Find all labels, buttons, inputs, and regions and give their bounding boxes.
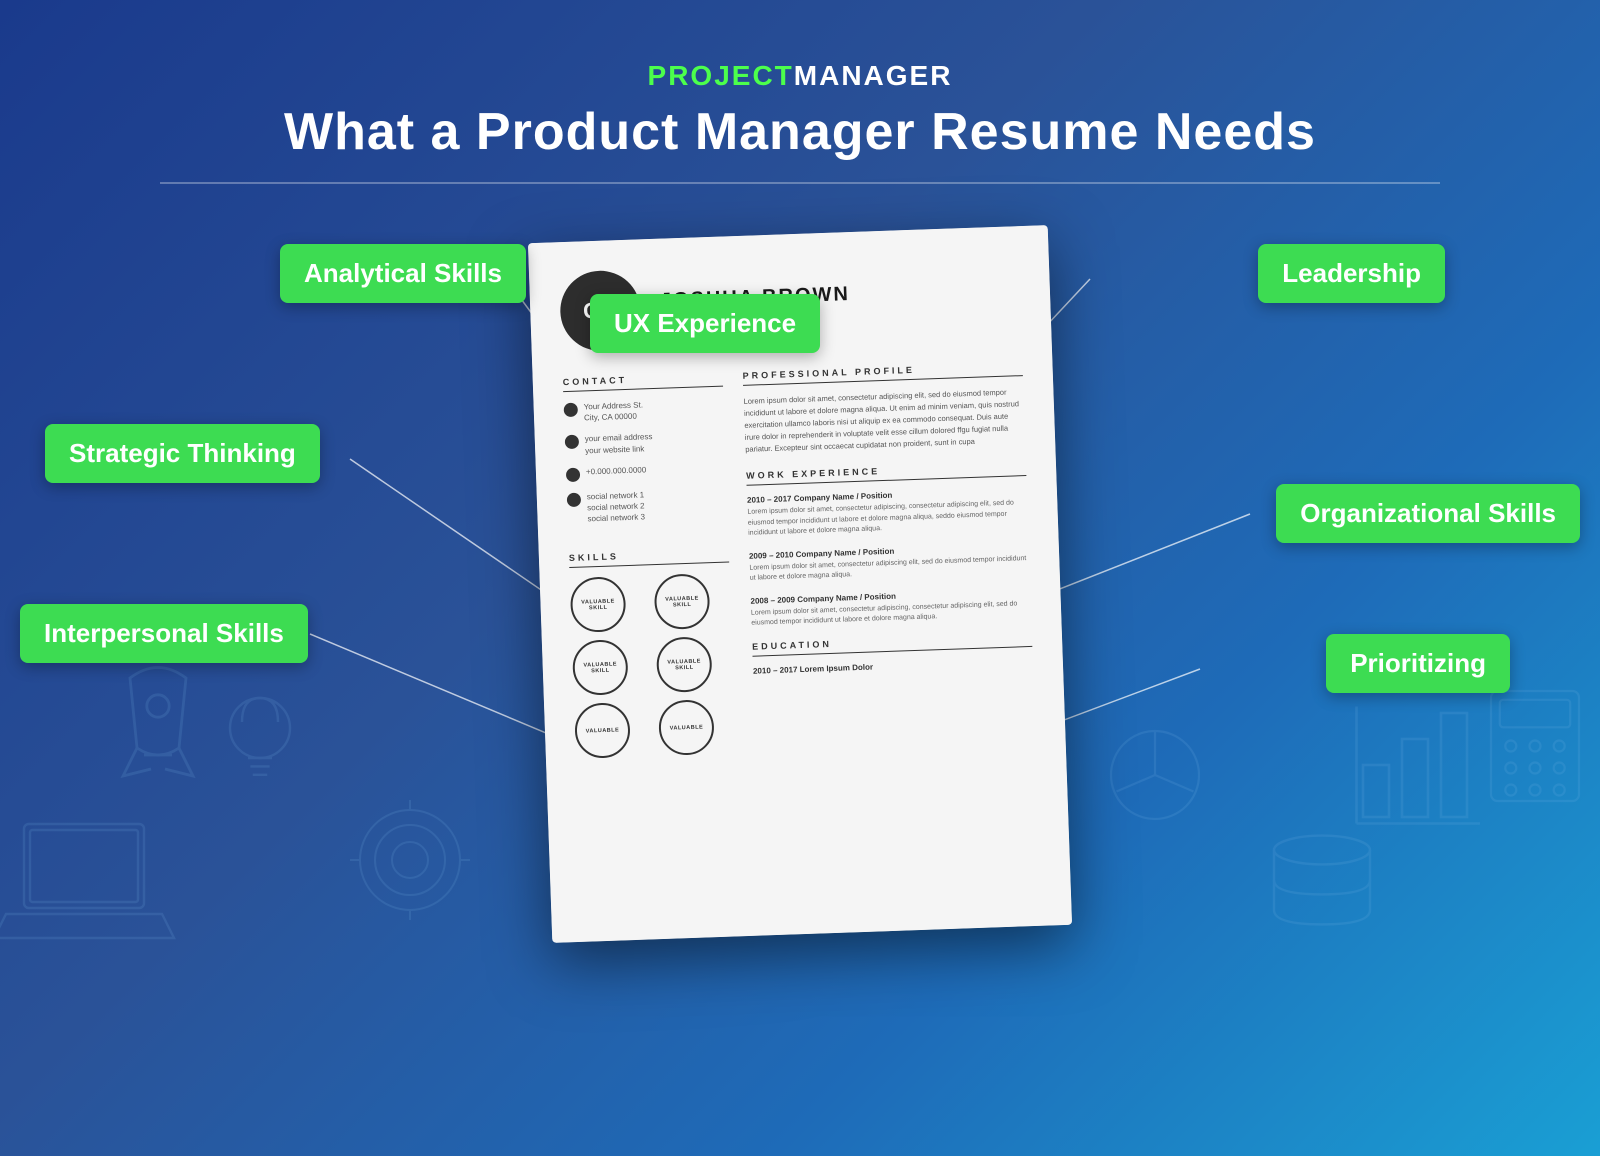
contact-section-title: CONTACT (563, 372, 723, 393)
edu-title: 2010 – 2017 Lorem Ipsum Dolor (753, 656, 1033, 675)
contact-icon-address (564, 403, 578, 417)
badge-prioritizing: Prioritizing (1326, 634, 1510, 693)
work-entry-2: 2009 – 2010 Company Name / Position Lore… (749, 541, 1030, 584)
brand-project: PROJECT (648, 60, 794, 91)
badge-interpersonal-skills: Interpersonal Skills (20, 604, 308, 663)
header-divider (160, 182, 1440, 184)
skill-circle-5: VALUABLE (574, 702, 631, 759)
badge-leadership: Leadership (1258, 244, 1445, 303)
badge-strategic-thinking: Strategic Thinking (45, 424, 320, 483)
page-title: What a Product Manager Resume Needs (0, 102, 1600, 162)
skill-circle-2: VALUABLESKILL (654, 573, 711, 630)
education-entry: 2010 – 2017 Lorem Ipsum Dolor (753, 656, 1033, 675)
contact-email: your email addressyour website link (565, 429, 726, 457)
contact-icon-social (567, 492, 581, 506)
work-desc-1: Lorem ipsum dolor sit amet, consectetur … (747, 498, 1028, 539)
skill-circle-6: VALUABLE (658, 699, 715, 756)
skill-circle-4: VALUABLESKILL (656, 636, 713, 693)
work-entry-3: 2008 – 2009 Company Name / Position Lore… (750, 586, 1031, 629)
contact-icon-phone (566, 467, 580, 481)
badge-analytical-skills: Analytical Skills (280, 244, 526, 303)
profile-section-title: PROFESSIONAL PROFILE (743, 361, 1023, 386)
resume-body: CONTACT Your Address St.City, CA 00000 y… (563, 361, 1036, 759)
contact-icon-email (565, 435, 579, 449)
badge-organizational-skills: Organizational Skills (1276, 484, 1580, 543)
contact-phone: +0.000.000.0000 (566, 461, 726, 482)
work-entry-1: 2010 – 2017 Company Name / Position Lore… (747, 486, 1028, 539)
skill-circle-3: VALUABLESKILL (572, 639, 629, 696)
brand-manager: MANAGER (794, 60, 953, 91)
skills-section-title: SKILLS (569, 548, 729, 569)
contact-social: social network 1social network 2social n… (567, 486, 728, 525)
work-section-title: WORK EXPERIENCE (746, 461, 1026, 486)
brand-logo: PROJECTMANAGER (0, 60, 1600, 92)
resume-right-column: PROFESSIONAL PROFILE Lorem ipsum dolor s… (743, 361, 1036, 753)
education-section-title: EDUCATION (752, 631, 1032, 656)
skills-grid: VALUABLESKILL VALUABLESKILL VALUABLESKIL… (570, 573, 736, 759)
skill-circle-1: VALUABLESKILL (570, 576, 627, 633)
infographic-area: Analytical Skills UX Experience Leadersh… (0, 214, 1600, 1064)
resume-left-column: CONTACT Your Address St.City, CA 00000 y… (563, 372, 736, 760)
contact-address: Your Address St.City, CA 00000 (564, 397, 725, 425)
badge-ux-experience: UX Experience (590, 294, 820, 353)
profile-text: Lorem ipsum dolor sit amet, consectetur … (743, 386, 1025, 456)
header: PROJECTMANAGER What a Product Manager Re… (0, 0, 1600, 184)
